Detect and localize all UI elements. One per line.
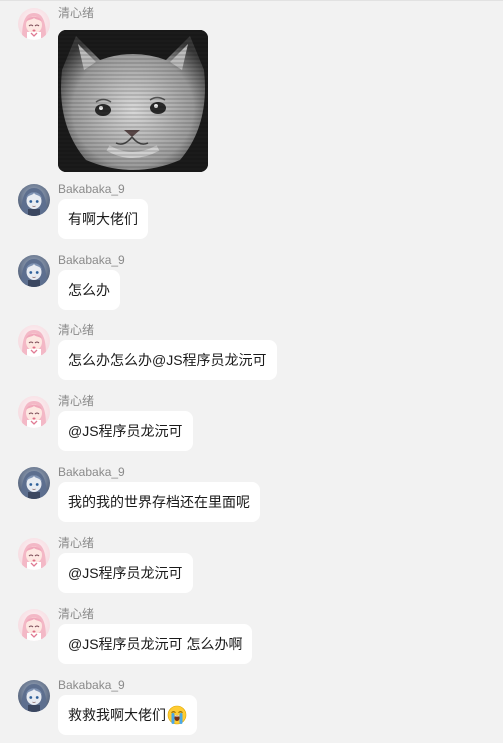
blue-anime-avatar-icon: [18, 467, 50, 499]
sender-name: Bakabaka_9: [58, 678, 125, 692]
blue-anime-avatar-icon: [18, 680, 50, 712]
pink-anime-avatar-icon: [18, 396, 50, 428]
sender-name: 清心绪: [58, 6, 95, 20]
message-text: 救救我啊大佬们: [68, 707, 166, 723]
pink-anime-avatar-icon: [18, 325, 50, 357]
loudly-crying-emoji-icon: [167, 705, 187, 725]
avatar[interactable]: [18, 680, 50, 712]
avatar[interactable]: [18, 8, 50, 40]
sender-name: 清心绪: [58, 607, 95, 621]
message-bubble[interactable]: 怎么办: [58, 270, 120, 310]
message-bubble[interactable]: 有啊大佬们: [58, 199, 148, 239]
message-bubble[interactable]: 怎么办怎么办@JS程序员龙沅可: [58, 340, 277, 380]
message-bubble[interactable]: 救救我啊大佬们: [58, 695, 197, 735]
sender-name: 清心绪: [58, 536, 95, 550]
avatar[interactable]: [18, 538, 50, 570]
divider: [0, 0, 503, 1]
avatar[interactable]: [18, 255, 50, 287]
sender-name: Bakabaka_9: [58, 465, 125, 479]
crying-cat-meme-image: [58, 30, 208, 172]
pink-anime-avatar-icon: [18, 609, 50, 641]
avatar[interactable]: [18, 467, 50, 499]
message-bubble[interactable]: @JS程序员龙沅可 怎么办啊: [58, 624, 253, 664]
message-bubble[interactable]: @JS程序员龙沅可: [58, 411, 193, 451]
sender-name: Bakabaka_9: [58, 182, 125, 196]
sender-name: 清心绪: [58, 394, 95, 408]
avatar[interactable]: [18, 396, 50, 428]
message-bubble[interactable]: @JS程序员龙沅可: [58, 553, 193, 593]
pink-anime-avatar-icon: [18, 8, 50, 40]
chat-window: 清心绪 Bakabaka_9 有啊大佬们 Bakabaka_9 怎么办 清心绪 …: [0, 0, 503, 743]
avatar[interactable]: [18, 325, 50, 357]
blue-anime-avatar-icon: [18, 184, 50, 216]
sender-name: Bakabaka_9: [58, 253, 125, 267]
blue-anime-avatar-icon: [18, 255, 50, 287]
message-bubble[interactable]: 我的我的世界存档还在里面呢: [58, 482, 260, 522]
sender-name: 清心绪: [58, 323, 95, 337]
avatar[interactable]: [18, 184, 50, 216]
pink-anime-avatar-icon: [18, 538, 50, 570]
image-attachment[interactable]: [58, 30, 208, 172]
avatar[interactable]: [18, 609, 50, 641]
